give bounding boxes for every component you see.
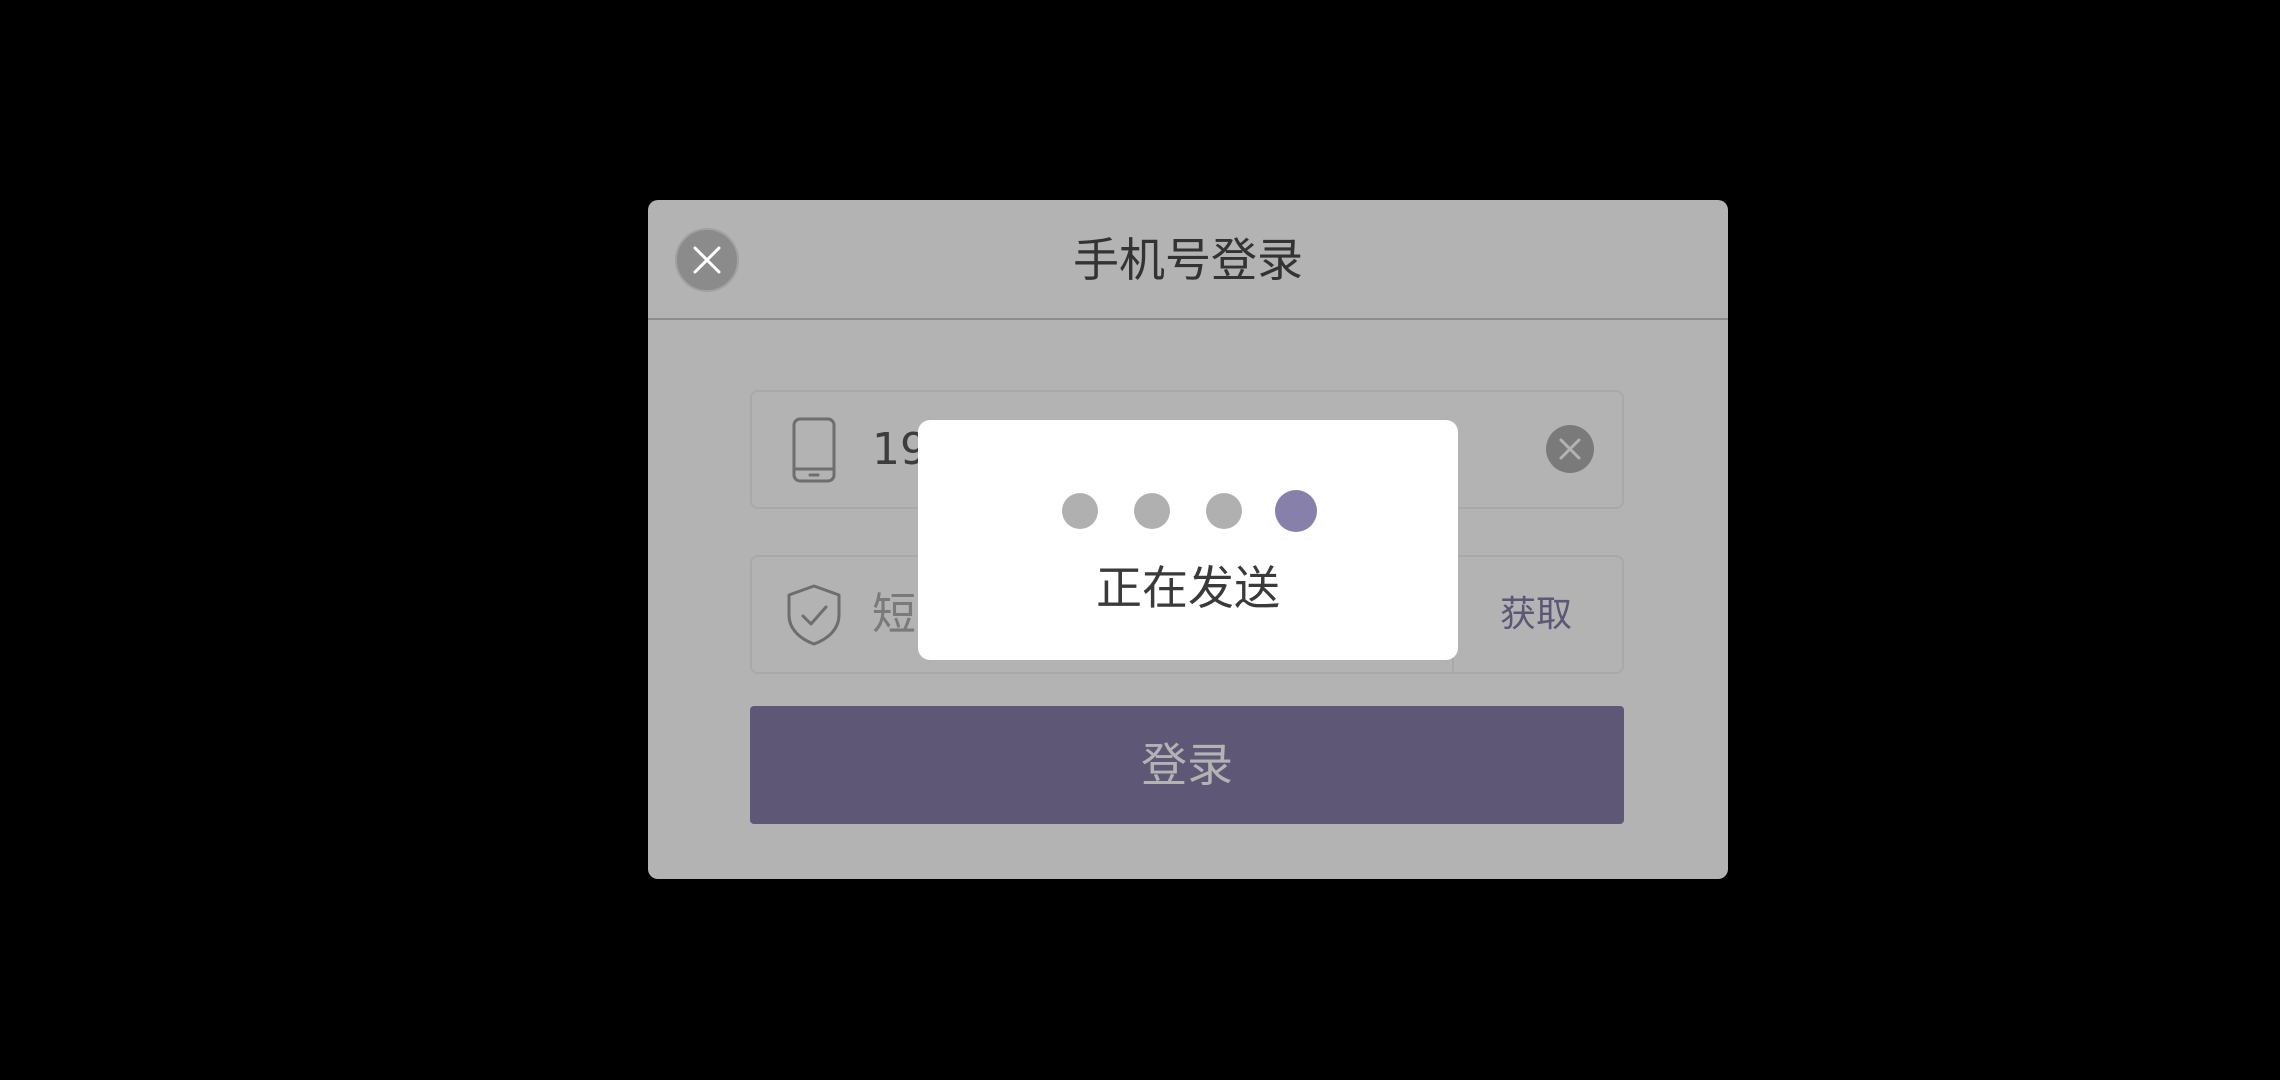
shield-check-icon [784, 579, 844, 651]
get-code-button[interactable]: 获取 [1450, 557, 1622, 672]
loading-dots [918, 490, 1458, 532]
loading-dot [1134, 493, 1170, 529]
loading-dot [1062, 493, 1098, 529]
loading-dot [1206, 493, 1242, 529]
smartphone-icon [784, 414, 844, 486]
toast-text: 正在发送 [1096, 561, 1280, 615]
dialog-title: 手机号登录 [1073, 233, 1303, 287]
login-button[interactable]: 登录 [750, 706, 1624, 824]
loading-dot-active [1275, 490, 1317, 532]
clear-phone-button[interactable] [1546, 425, 1594, 473]
clear-icon [1559, 438, 1581, 460]
sending-toast: 正在发送 [918, 420, 1458, 660]
dialog-header: 手机号登录 [648, 200, 1728, 320]
sms-code-input[interactable]: 短 [872, 557, 916, 672]
